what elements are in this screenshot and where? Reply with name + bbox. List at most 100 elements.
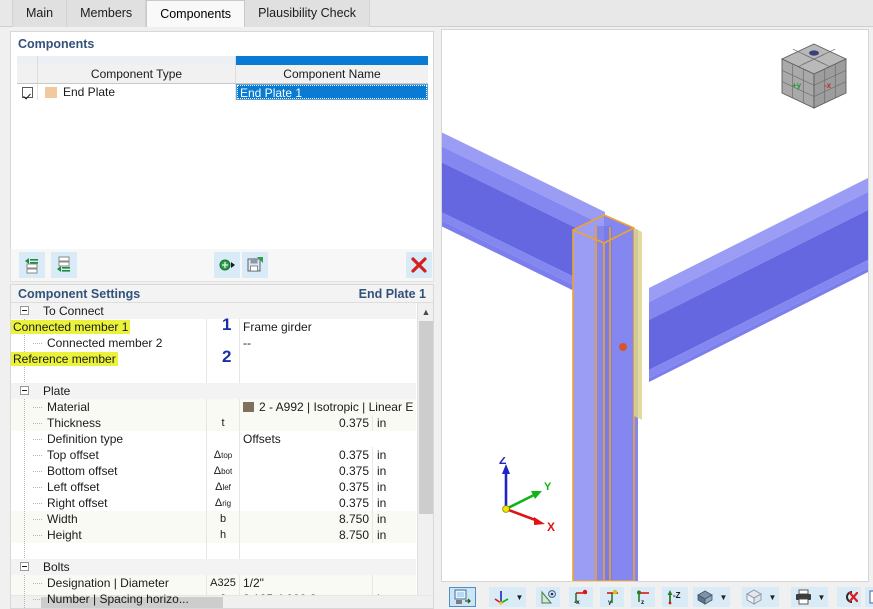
property-group-to-connect[interactable]: To Connect	[11, 303, 416, 319]
property-row-bottom-offset[interactable]: Bottom offset Δbot 0.375 in	[11, 463, 416, 479]
collapse-icon[interactable]	[20, 386, 29, 395]
property-value[interactable]: 0.375	[240, 479, 373, 495]
component-color-swatch-icon	[45, 86, 57, 98]
coordinate-system-dropdown-icon[interactable]: ▼	[513, 587, 526, 607]
property-row-width[interactable]: Width b 8.750 in	[11, 511, 416, 527]
coordinate-system-icon[interactable]	[489, 587, 513, 607]
selbar-checkbox-col	[17, 56, 38, 65]
row-component-type-cell[interactable]: End Plate	[38, 84, 236, 100]
property-symbol: b	[207, 511, 240, 527]
scroll-up-icon[interactable]: ▲	[418, 303, 433, 320]
viewport-toolbar: ▼ -x y z -Z ▼ ▼ ▼	[441, 584, 873, 609]
save-component-icon[interactable]	[242, 252, 268, 278]
property-row-height[interactable]: Height h 8.750 in	[11, 527, 416, 543]
tab-members[interactable]: Members	[67, 0, 147, 27]
property-row-top-offset[interactable]: Top offset Δtop 0.375 in	[11, 447, 416, 463]
property-group-bolts[interactable]: Bolts	[11, 559, 416, 575]
next-view-icon[interactable]	[865, 587, 873, 607]
transparent-model-dropdown-icon[interactable]: ▼	[766, 587, 779, 607]
property-symbol: A325	[207, 575, 240, 591]
collapse-icon[interactable]	[20, 306, 29, 315]
tab-components[interactable]: Components	[146, 0, 246, 28]
render-mode-icon[interactable]	[536, 587, 560, 607]
property-grid: To Connect Connected member 1 Frame gird…	[11, 303, 416, 608]
property-value[interactable]: 1/2"	[240, 575, 373, 591]
property-value[interactable]: 0.375	[240, 463, 373, 479]
property-value[interactable]: 8.750	[240, 527, 373, 543]
tab-main[interactable]: Main	[12, 0, 68, 27]
property-value-placeholder	[240, 351, 413, 367]
view-z-icon[interactable]: -Z	[662, 587, 688, 607]
property-label: Reference member	[11, 352, 118, 366]
property-value[interactable]: 0.375	[240, 415, 373, 431]
property-value[interactable]: 0.375	[240, 495, 373, 511]
model-viewport-3d[interactable]: +y -x Z Y X	[441, 29, 869, 582]
property-row-connected-member-1[interactable]: Connected member 1 Frame girder	[11, 319, 416, 335]
delete-component-icon[interactable]	[406, 252, 432, 278]
zoom-fit-icon[interactable]	[449, 587, 476, 607]
property-symbol: Δrig	[207, 495, 240, 511]
insert-component-below-icon[interactable]	[51, 252, 77, 278]
property-value[interactable]: Frame girder	[240, 319, 413, 335]
header-component-name[interactable]: Component Name	[236, 65, 428, 83]
collapse-icon[interactable]	[20, 562, 29, 571]
property-row-connected-member-2[interactable]: Connected member 2 --	[11, 335, 416, 351]
view-xy-icon[interactable]: -x	[569, 587, 593, 607]
clear-selection-icon[interactable]	[837, 587, 861, 607]
property-row-thickness[interactable]: Thickness t 0.375 in	[11, 415, 416, 431]
property-unit: in	[377, 448, 387, 462]
property-label: Definition type	[47, 432, 124, 446]
property-value[interactable]: --	[240, 335, 413, 351]
table-row[interactable]: End Plate End Plate 1	[17, 84, 428, 100]
svg-text:y: y	[608, 599, 612, 605]
property-label: Material	[47, 400, 90, 414]
print-icon[interactable]	[791, 587, 815, 607]
row-checkbox[interactable]	[21, 86, 33, 98]
property-value[interactable]: 8.750	[240, 511, 373, 527]
property-unit: in	[377, 512, 387, 526]
print-dropdown-icon[interactable]: ▼	[815, 587, 828, 607]
property-row-designation-diameter[interactable]: Designation | Diameter A325 1/2"	[11, 575, 416, 591]
property-row-reference-member[interactable]: Reference member	[11, 351, 416, 367]
header-component-type[interactable]: Component Type	[38, 65, 236, 83]
scrollbar-thumb[interactable]	[419, 321, 433, 514]
solid-model-icon[interactable]	[693, 587, 717, 607]
property-value-cell[interactable]: 2 - A992 | Isotropic | Linear Ela...	[240, 399, 413, 415]
tab-plausibility-check[interactable]: Plausibility Check	[245, 0, 371, 27]
property-value[interactable]: Offsets	[240, 431, 413, 447]
property-label: Bottom offset	[47, 464, 118, 478]
property-label: Left offset	[47, 480, 100, 494]
view-xz-icon[interactable]: z	[631, 587, 655, 607]
axis-label-x: X	[547, 520, 555, 533]
components-toolbar	[10, 249, 434, 282]
property-label: Designation | Diameter	[47, 576, 169, 590]
settings-vertical-scrollbar[interactable]: ▲ ▼	[417, 303, 433, 608]
view-yz-icon[interactable]: y	[600, 587, 624, 607]
material-color-swatch-icon	[243, 402, 254, 412]
component-settings-title: Component Settings	[18, 287, 141, 301]
property-row-left-offset[interactable]: Left offset Δlef 0.375 in	[11, 479, 416, 495]
annotation-2: 2	[222, 347, 232, 366]
tab-bar: Main Members Components Plausibility Che…	[0, 0, 873, 28]
property-label: Number | Spacing horizo...	[47, 592, 189, 606]
bolt-marker-icon	[619, 343, 627, 351]
property-symbol: Δbot	[207, 463, 240, 479]
header-checkbox-col	[17, 65, 38, 83]
property-unit	[373, 575, 413, 591]
property-row-right-offset[interactable]: Right offset Δrig 0.375 in	[11, 495, 416, 511]
property-group-plate[interactable]: Plate	[11, 383, 416, 399]
property-value[interactable]: 0.375	[240, 447, 373, 463]
property-unit: in	[377, 416, 387, 430]
insert-component-above-icon[interactable]	[19, 252, 45, 278]
view-navigation-cube[interactable]: +y -x	[774, 40, 854, 116]
solid-model-dropdown-icon[interactable]: ▼	[717, 587, 730, 607]
connection-design-dialog: Main Members Components Plausibility Che…	[0, 0, 873, 609]
import-component-icon[interactable]	[214, 252, 240, 278]
row-component-name-cell[interactable]: End Plate 1	[236, 84, 428, 100]
property-unit: in	[377, 480, 387, 494]
property-row-material[interactable]: Material 2 - A992 | Isotropic | Linear E…	[11, 399, 416, 415]
components-group-title: Components	[18, 37, 95, 51]
property-row-definition-type[interactable]: Definition type Offsets	[11, 431, 416, 447]
row-checkbox-cell[interactable]	[17, 84, 38, 100]
transparent-model-icon[interactable]	[742, 587, 766, 607]
